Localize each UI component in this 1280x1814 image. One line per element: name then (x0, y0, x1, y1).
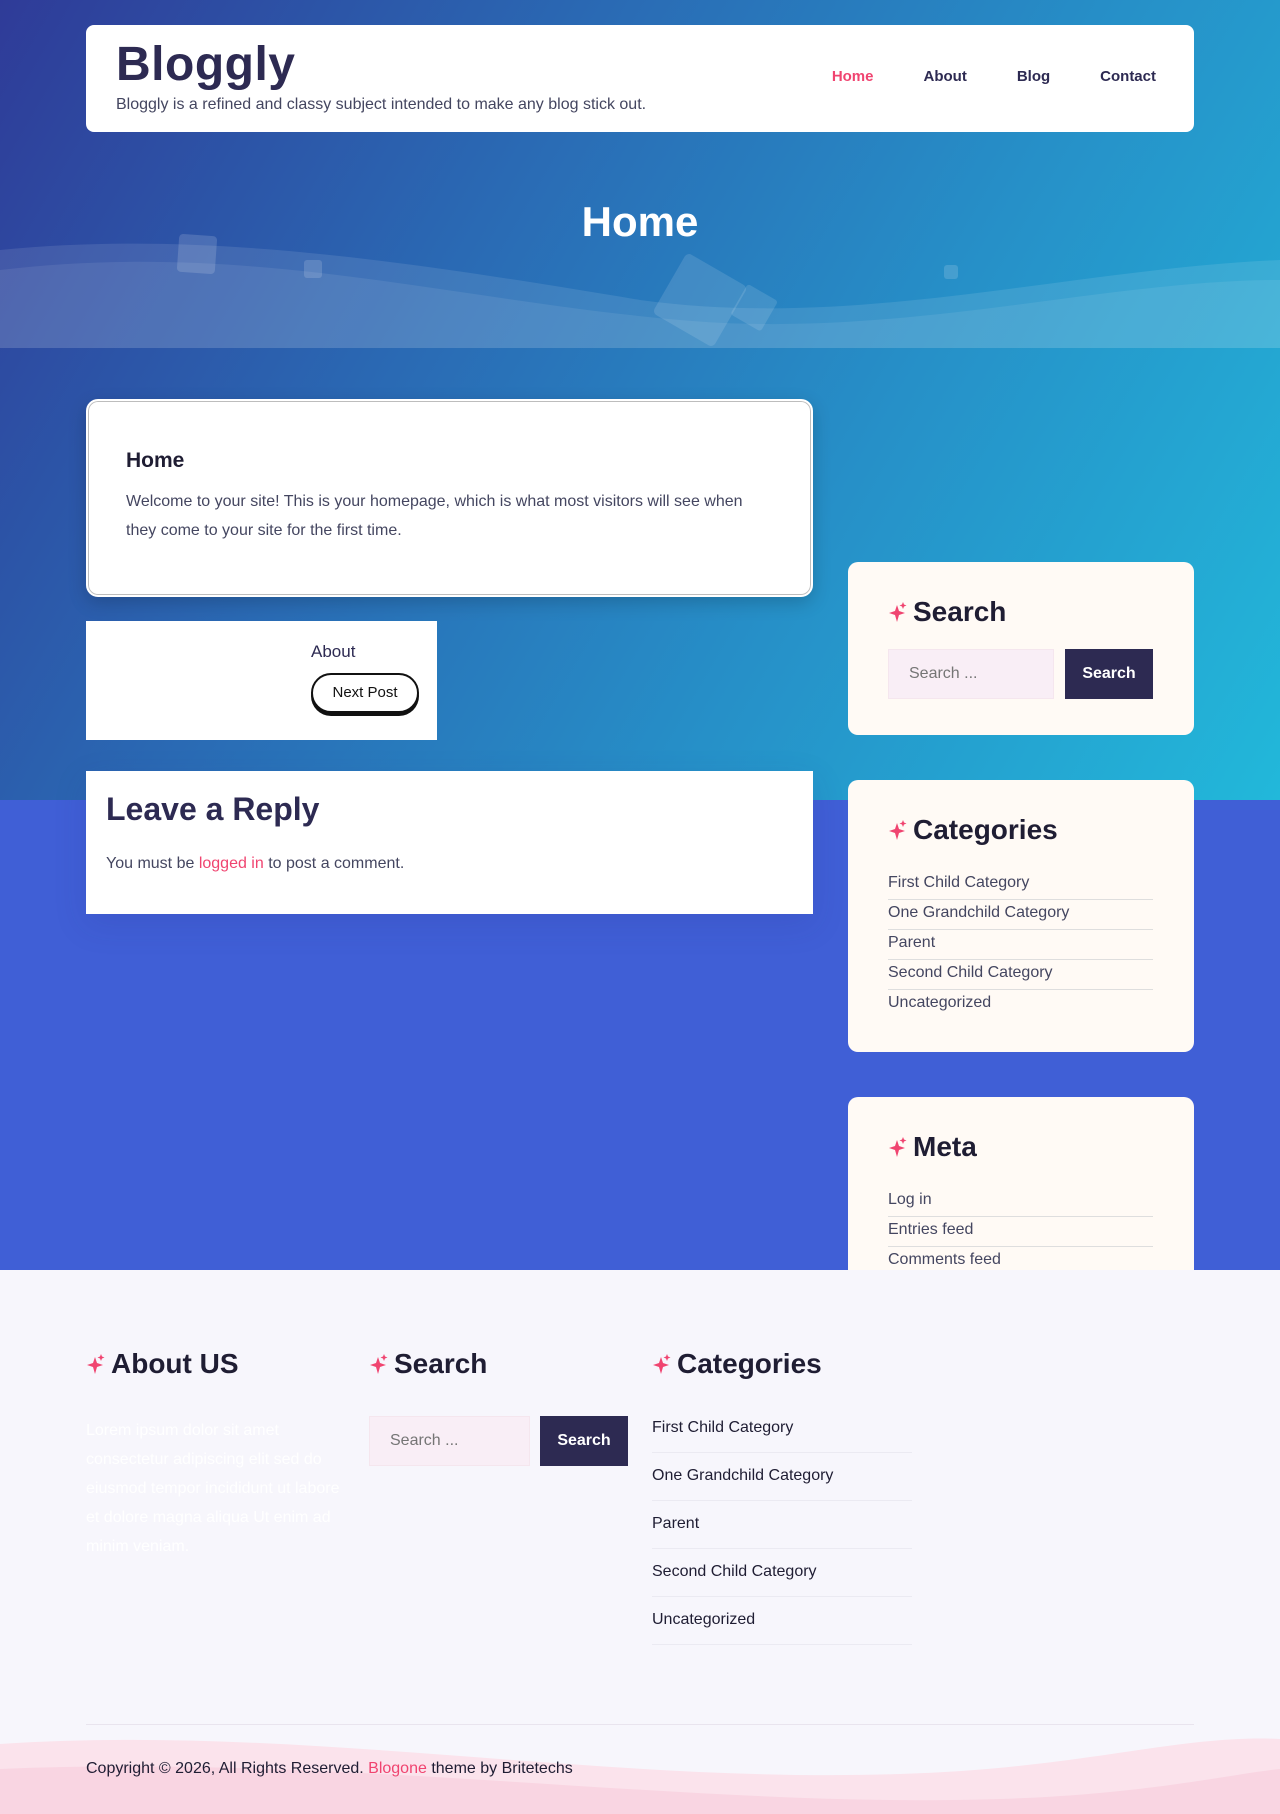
sidebar-search-button[interactable]: Search (1065, 649, 1153, 699)
nav-contact[interactable]: Contact (1100, 68, 1156, 85)
category-link[interactable]: First Child Category (888, 870, 1153, 900)
footer-search-title: Search (369, 1348, 487, 1380)
categories-widget-title: Categories (913, 814, 1058, 845)
sidebar-categories-widget: Categories First Child Category One Gran… (848, 780, 1194, 1052)
home-post-card: Home Welcome to your site! This is your … (86, 399, 813, 597)
category-link[interactable]: Uncategorized (888, 990, 1153, 1020)
reply-title: Leave a Reply (106, 791, 320, 827)
footer-about-title-text: About US (111, 1348, 239, 1379)
site-header: Bloggly Bloggly is a refined and classy … (86, 25, 1194, 132)
footer-category-link[interactable]: One Grandchild Category (652, 1453, 912, 1501)
sparkle-icon (653, 1354, 671, 1374)
footer-category-link[interactable]: Parent (652, 1501, 912, 1549)
footer-category-link[interactable]: First Child Category (652, 1405, 912, 1453)
category-link[interactable]: One Grandchild Category (888, 900, 1153, 930)
footer-about-text: Lorem ipsum dolor sit amet consectetur a… (86, 1422, 340, 1555)
widget-title: Categories (888, 814, 1058, 846)
footer-categories-title-text: Categories (677, 1348, 822, 1379)
reply-suffix: to post a comment. (263, 855, 405, 872)
nav-about[interactable]: About (924, 68, 967, 85)
next-post-button[interactable]: Next Post (311, 673, 419, 713)
sparkle-icon (87, 1354, 105, 1374)
footer-divider (86, 1724, 1194, 1725)
category-link[interactable]: Second Child Category (888, 960, 1153, 990)
main-nav: Home About Blog Contact (782, 68, 1156, 85)
next-post-title[interactable]: About (311, 642, 355, 662)
footer-category-link[interactable]: Second Child Category (652, 1549, 912, 1597)
sidebar-meta-widget: Meta Log in Entries feed Comments feed (848, 1097, 1194, 1270)
reply-prefix: You must be (106, 855, 199, 872)
category-list: First Child Category One Grandchild Cate… (888, 870, 1153, 1020)
page-title: Home (581, 198, 699, 245)
copyright-prefix: Copyright © 2026, All Rights Reserved. (86, 1760, 369, 1777)
footer-search-input[interactable] (369, 1416, 530, 1466)
meta-link-login[interactable]: Log in (888, 1187, 1153, 1217)
comment-section: Leave a Reply You must be logged in to p… (86, 771, 813, 914)
sidebar-search-widget: Search Search (848, 562, 1194, 735)
footer-category-list: First Child Category One Grandchild Cate… (652, 1405, 912, 1645)
nav-home[interactable]: Home (832, 68, 874, 85)
copyright: Copyright © 2026, All Rights Reserved. B… (86, 1760, 573, 1778)
sparkle-icon (889, 1137, 907, 1157)
meta-list: Log in Entries feed Comments feed (888, 1187, 1153, 1270)
copyright-suffix: theme by Britetechs (426, 1760, 573, 1777)
widget-title: Search (888, 596, 1006, 628)
login-link[interactable]: logged in (199, 855, 264, 872)
footer-search-title-text: Search (394, 1348, 488, 1379)
meta-link-comments-feed[interactable]: Comments feed (888, 1247, 1153, 1270)
reply-notice: You must be logged in to post a comment. (106, 855, 404, 873)
category-link[interactable]: Parent (888, 930, 1153, 960)
sparkle-icon (889, 820, 907, 840)
theme-link[interactable]: Blogone (368, 1760, 427, 1777)
sparkle-icon (370, 1354, 388, 1374)
footer-about-title: About US (86, 1348, 239, 1380)
footer-category-link[interactable]: Uncategorized (652, 1597, 912, 1645)
footer-categories-title: Categories (652, 1348, 822, 1380)
meta-widget-title: Meta (913, 1131, 977, 1162)
footer-search-button[interactable]: Search (540, 1416, 628, 1466)
meta-link-entries-feed[interactable]: Entries feed (888, 1217, 1153, 1247)
site-tagline: Bloggly is a refined and classy subject … (116, 96, 647, 113)
nav-blog[interactable]: Blog (1017, 68, 1050, 85)
post-body: Welcome to your site! This is your homep… (126, 493, 743, 539)
widget-title: Meta (888, 1131, 977, 1163)
search-widget-title: Search (913, 596, 1007, 627)
site-title[interactable]: Bloggly (116, 37, 296, 92)
post-navigation: About Next Post (86, 621, 437, 740)
sidebar-search-input[interactable] (888, 649, 1054, 699)
sparkle-icon (889, 602, 907, 622)
post-title: Home (126, 449, 185, 472)
